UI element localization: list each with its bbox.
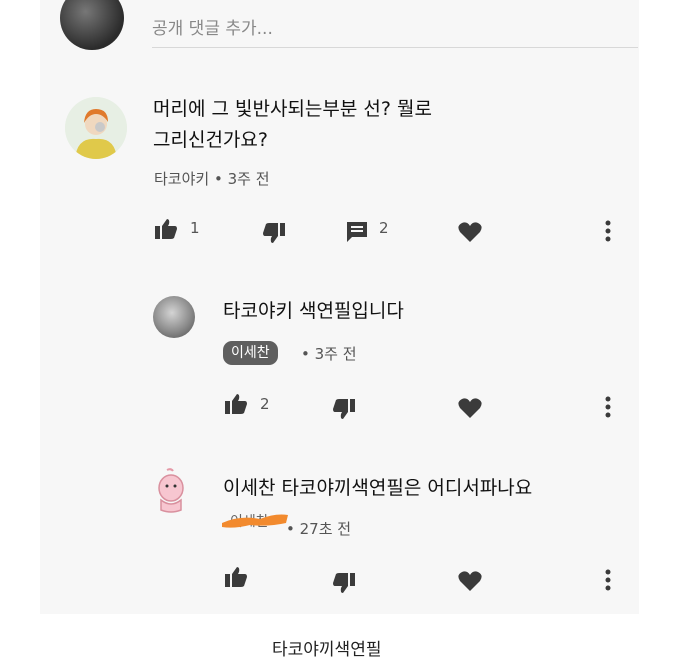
reply-meta: • 3주 전 [301,343,357,364]
heart-icon[interactable] [458,221,482,242]
comment-text-line2: 그리신건가요? [153,129,268,151]
reply-author-avatar[interactable] [153,468,189,514]
comment-panel: 공개 댓글 추가... 머리에 그 빛반사되는부분 선? 뭘로 그리신건가요? … [40,0,639,614]
reply-time: 3주 전 [314,345,357,363]
add-comment-placeholder: 공개 댓글 추가... [152,19,273,39]
reply-comment-icon[interactable] [346,221,368,243]
more-options-icon[interactable] [605,396,611,418]
current-user-avatar [60,0,124,50]
comment-author[interactable]: 타코야키 [154,170,209,188]
comment-text-line1: 머리에 그 빛반사되는부분 선? 뭘로 [153,98,432,120]
reply-text: 이세찬 타코야끼색연필은 어디서파나요 [223,477,533,499]
author-badge[interactable]: 이세찬 [223,341,278,365]
thumbs-down-icon[interactable] [332,398,356,420]
reply-meta: • 27초 전 [286,518,351,539]
heart-icon[interactable] [458,397,482,418]
thumbs-down-icon[interactable] [332,572,356,594]
reply-text: 타코야키 색연필입니다 [223,300,404,322]
comment-time: 3주 전 [227,170,270,188]
meta-separator: • [301,345,315,363]
input-underline [152,47,638,48]
reply-count: 2 [379,219,389,237]
more-options-icon[interactable] [605,569,611,591]
more-options-icon[interactable] [605,220,611,242]
thumbs-down-icon[interactable] [262,222,286,244]
add-comment-input[interactable]: 공개 댓글 추가... [152,8,638,48]
commenter-avatar[interactable] [65,97,127,159]
thumbs-up-icon[interactable] [224,566,248,588]
meta-separator: • [213,170,228,188]
reply-author-avatar[interactable] [153,296,195,338]
heart-icon[interactable] [458,570,482,591]
like-count: 2 [260,395,270,413]
thumbs-up-icon[interactable] [224,393,248,415]
commenter-avatar-image [65,97,127,159]
redaction-scribble [222,514,288,528]
redacted-author-name: 이세찬 [220,509,290,531]
image-caption: 타코야끼색연필 [272,640,382,660]
like-count: 1 [190,219,200,237]
meta-separator: • [286,520,300,538]
comment-meta: 타코야키 • 3주 전 [154,168,270,189]
thumbs-up-icon[interactable] [154,218,178,240]
reply-time: 27초 전 [299,520,352,538]
